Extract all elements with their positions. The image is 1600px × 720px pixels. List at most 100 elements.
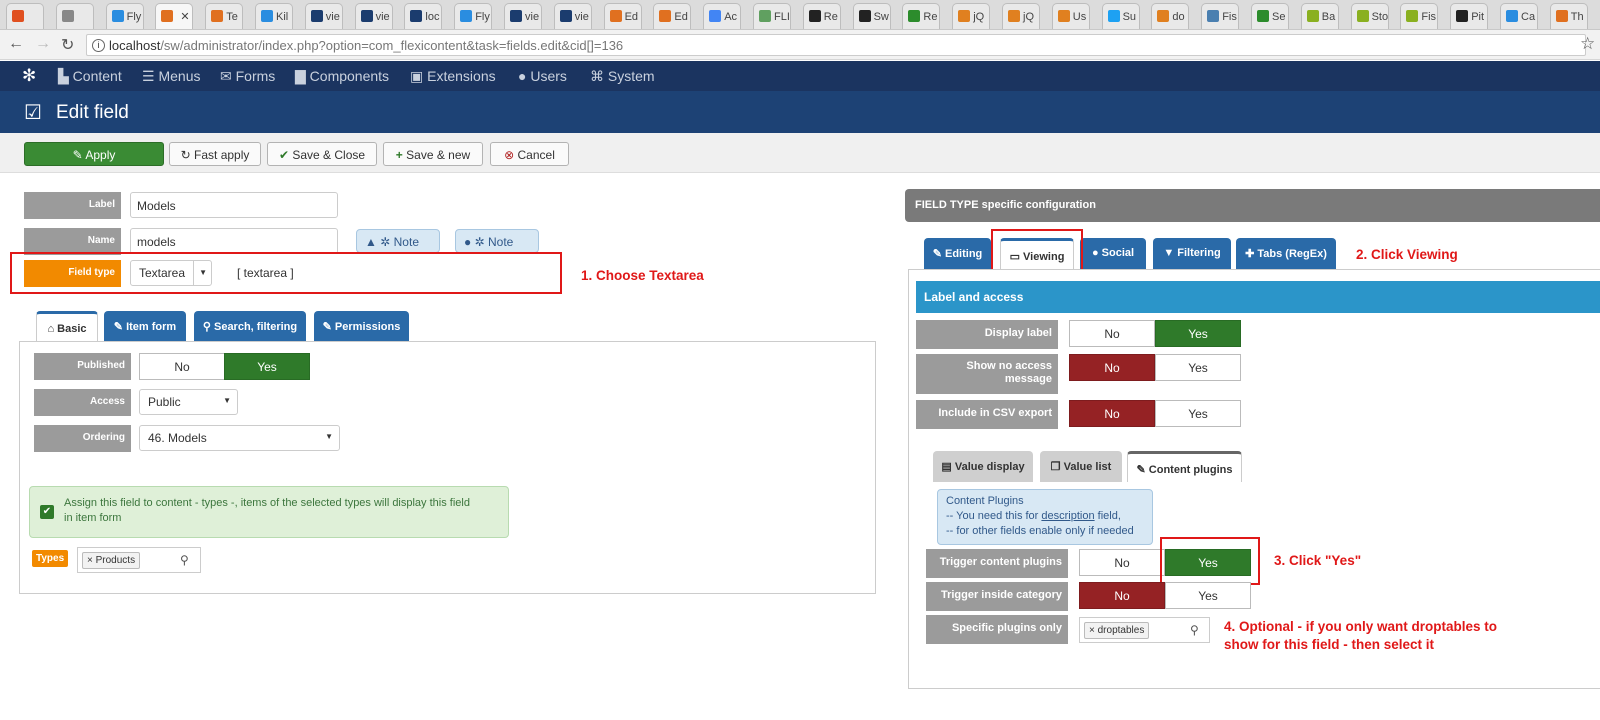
browser-tab[interactable]: Us	[1051, 3, 1090, 29]
browser-tab-label: Ed	[624, 11, 639, 23]
favicon-icon	[1008, 10, 1020, 22]
browser-tab[interactable]: do	[1151, 3, 1190, 29]
refresh-icon: ↻	[180, 148, 191, 162]
include-csv-yes-button[interactable]: Yes	[1155, 400, 1241, 427]
note-warning-button[interactable]: ▲ ✲ Note	[356, 229, 440, 253]
menu-forms[interactable]: ✉ Forms	[220, 68, 275, 85]
browser-tab[interactable]: Fis	[1201, 3, 1240, 29]
tab-filtering-label: Filtering	[1177, 247, 1221, 259]
plugins-select[interactable]: × droptables ⚲	[1079, 617, 1210, 643]
show-no-access-label: Show no access message	[916, 354, 1058, 394]
subtab-content-plugins[interactable]: ✎ Content plugins	[1127, 451, 1242, 482]
menu-system[interactable]: ⌘ System	[590, 68, 655, 85]
browser-tab[interactable]: jQ	[1002, 3, 1040, 29]
browser-tab[interactable]: ✕	[155, 3, 194, 29]
list-icon: ☰	[142, 68, 155, 84]
trigger-content-no-button[interactable]: No	[1079, 549, 1165, 576]
browser-tab[interactable]: Sw	[852, 3, 891, 29]
menu-extensions[interactable]: ▣ Extensions	[410, 68, 496, 85]
apply-button[interactable]: ✎ Apply	[24, 142, 164, 166]
tab-search-filtering[interactable]: ⚲ Search, filtering	[194, 311, 306, 342]
search-icon[interactable]: ⚲	[180, 553, 189, 567]
types-select[interactable]: × Products ⚲	[77, 547, 201, 573]
display-label-yes-button[interactable]: Yes	[1155, 320, 1241, 347]
subtab-value-display[interactable]: ▤ Value display	[933, 451, 1033, 482]
menu-components[interactable]: ▇ Components	[295, 68, 389, 85]
name-input[interactable]: models	[130, 228, 338, 254]
browser-tab[interactable]: vie	[504, 3, 542, 29]
browser-tab[interactable]: Re	[802, 3, 841, 29]
browser-tab[interactable]: Ca	[1500, 3, 1538, 29]
ordering-select[interactable]: 46. Models ▼	[139, 425, 340, 451]
plugin-tag[interactable]: × droptables	[1084, 622, 1150, 639]
fast-apply-button[interactable]: ↻ Fast apply	[169, 142, 261, 166]
tab-permissions-label: Permissions	[334, 321, 401, 333]
menu-menus[interactable]: ☰ Menus	[142, 68, 200, 85]
apply-label: Apply	[85, 148, 116, 162]
joomla-logo-icon[interactable]: ✻	[22, 66, 36, 86]
tab-permissions[interactable]: ✎ Permissions	[314, 311, 409, 342]
browser-tab[interactable]: Kil	[255, 3, 293, 29]
show-no-access-yes-button[interactable]: Yes	[1155, 354, 1241, 381]
browser-tab[interactable]: Fly	[454, 3, 493, 29]
browser-tab[interactable]: FLI	[753, 3, 791, 29]
browser-tab[interactable]	[55, 3, 94, 29]
browser-tab[interactable]: vie	[354, 3, 393, 29]
access-select[interactable]: Public ▼	[139, 389, 238, 415]
note-info-button[interactable]: ● ✲ Note	[455, 229, 539, 253]
browser-tab[interactable]: jQ	[952, 3, 991, 29]
cancel-button[interactable]: ⊗ Cancel	[490, 142, 569, 166]
save-new-button[interactable]: + Save & new	[383, 142, 483, 166]
browser-tab[interactable]: Ed	[653, 3, 692, 29]
include-csv-no-button[interactable]: No	[1069, 400, 1155, 427]
tab-regex[interactable]: ✚ Tabs (RegEx)	[1236, 238, 1336, 269]
search-icon[interactable]: ⚲	[1190, 623, 1199, 637]
tab-editing[interactable]: ✎ Editing	[924, 238, 991, 269]
browser-tab[interactable]: Th	[1549, 3, 1588, 29]
browser-tab[interactable]	[6, 3, 44, 29]
browser-tab[interactable]: Re	[902, 3, 941, 29]
save-close-button[interactable]: ✔ Save & Close	[267, 142, 377, 166]
url-input[interactable]: i localhost/sw/administrator/index.php?o…	[86, 34, 1586, 56]
browser-tab[interactable]: vie	[304, 3, 343, 29]
browser-tab[interactable]: Sto	[1350, 3, 1389, 29]
types-tag[interactable]: × Products	[82, 552, 141, 569]
tab-basic[interactable]: ⌂ Basic	[36, 311, 98, 342]
tab-item-form[interactable]: ✎ Item form	[104, 311, 186, 342]
annotation-1: 1. Choose Textarea	[581, 268, 704, 283]
display-label-label: Display label	[916, 320, 1058, 349]
tab-social[interactable]: ● Social	[1080, 238, 1146, 269]
browser-tab[interactable]: Se	[1251, 3, 1289, 29]
menu-users[interactable]: ● Users	[518, 68, 567, 84]
show-no-access-no-button[interactable]: No	[1069, 354, 1155, 381]
reload-icon[interactable]: ↻	[61, 35, 74, 55]
close-tab-icon[interactable]: ✕	[180, 11, 189, 23]
back-icon[interactable]: ←	[8, 35, 24, 53]
field-type-config-header: FIELD TYPE specific configuration	[905, 189, 1600, 222]
bookmark-star-icon[interactable]: ☆	[1580, 34, 1595, 54]
published-yes-button[interactable]: Yes	[224, 353, 310, 380]
browser-tab[interactable]: Pit	[1450, 3, 1489, 29]
subtab-value-list[interactable]: ❐ Value list	[1040, 451, 1122, 482]
close-icon[interactable]: ×	[1089, 625, 1095, 636]
tab-filtering[interactable]: ▼ Filtering	[1153, 238, 1231, 269]
display-label-no-button[interactable]: No	[1069, 320, 1155, 347]
menu-content[interactable]: ▙ Content	[58, 68, 122, 85]
browser-tab[interactable]: vie	[553, 3, 592, 29]
browser-tab[interactable]: Te	[205, 3, 244, 29]
info-icon[interactable]: i	[92, 39, 105, 52]
trigger-category-yes-button[interactable]: Yes	[1165, 582, 1251, 609]
description-link[interactable]: description	[1041, 510, 1094, 522]
browser-tab[interactable]: Ac	[703, 3, 742, 29]
published-no-button[interactable]: No	[139, 353, 225, 380]
browser-tab[interactable]: Su	[1101, 3, 1140, 29]
browser-tab[interactable]: Ba	[1300, 3, 1339, 29]
trigger-category-no-button[interactable]: No	[1079, 582, 1165, 609]
browser-tab[interactable]: Fly	[105, 3, 144, 29]
close-icon[interactable]: ×	[87, 555, 93, 566]
browser-tab[interactable]: Fis	[1400, 3, 1439, 29]
browser-tab[interactable]: Ed	[603, 3, 642, 29]
browser-tab[interactable]: loc	[404, 3, 443, 29]
label-input[interactable]: Models	[130, 192, 338, 218]
forward-icon[interactable]: →	[35, 35, 51, 53]
